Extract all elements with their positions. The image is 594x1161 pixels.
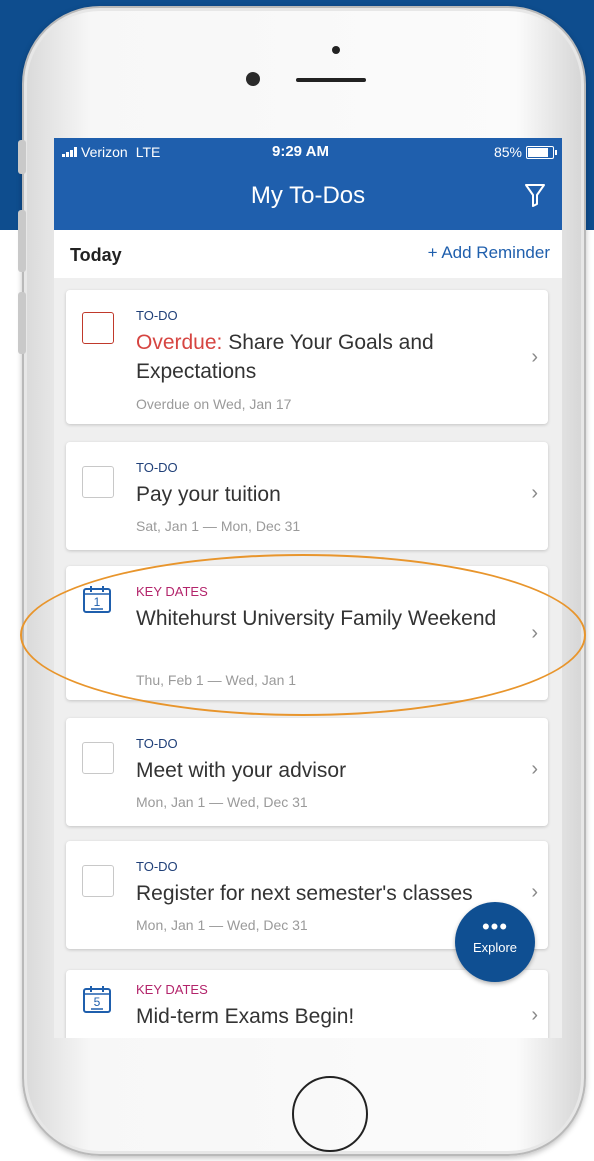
explore-button[interactable]: ••• Explore [455,902,535,982]
status-time: 9:29 AM [272,143,329,160]
card-title: Pay your tuition [136,483,281,506]
chevron-right-icon: › [531,881,538,903]
card-date: Mon, Jan 1 — Wed, Dec 31 [136,794,308,810]
card-date: Mon, Jan 1 — Wed, Dec 31 [136,917,308,933]
card-date: Overdue on Wed, Jan 17 [136,396,292,412]
battery-icon [526,145,557,159]
card-type: TO-DO [136,460,178,475]
page-title: My To-Dos [250,182,366,209]
checkbox[interactable] [82,466,114,498]
add-reminder-button[interactable]: + Add Reminder [428,243,550,263]
chevron-right-icon: › [531,346,538,368]
card-title: Meet with your advisor [136,759,347,782]
checkbox[interactable] [82,865,114,897]
chevron-right-icon: › [531,482,538,504]
calendar-icon: 5 [83,986,111,1013]
checkbox-overdue[interactable] [82,312,114,344]
carrier-name: Verizon [81,144,128,160]
more-dots-icon: ••• [481,914,509,939]
earpiece-speaker [296,78,366,82]
filter-icon[interactable] [524,182,546,208]
section-label: Today [70,245,122,265]
status-battery: 85% [493,144,557,160]
section-header: Today + Add Reminder [54,230,562,278]
card-title: Mid-term Exams Begin! [136,1005,355,1028]
card-date: Sat, Jan 1 — Mon, Dec 31 [136,518,301,534]
status-carrier: Verizon LTE [62,144,160,160]
card-type: KEY DATES [136,982,208,997]
sensor-dot [332,46,340,54]
calendar-day: 5 [94,995,101,1009]
front-camera [246,72,260,86]
todo-card-overdue[interactable]: TO-DO Overdue: Share Your Goals and Expe… [66,290,548,424]
card-title: Overdue: Share Your Goals and Expectatio… [136,328,506,386]
volume-down-button [18,292,26,354]
signal-icon [62,147,77,157]
highlight-annotation [20,554,586,716]
todo-card[interactable]: TO-DO Meet with your advisor Mon, Jan 1 … [66,718,548,826]
app-header: Verizon LTE 9:29 AM 85% My To-Dos [54,138,562,230]
network-type: LTE [135,144,161,160]
mute-switch [18,140,26,174]
overdue-label: Overdue: [136,331,223,354]
home-button[interactable] [292,1076,368,1152]
card-type: TO-DO [136,859,178,874]
chevron-right-icon: › [531,1004,538,1026]
checkbox[interactable] [82,742,114,774]
chevron-right-icon: › [531,758,538,780]
battery-percent: 85% [493,144,522,160]
volume-up-button [18,210,26,272]
card-title: Register for next semester's classes [136,882,473,905]
key-date-card[interactable]: 5 KEY DATES Mid-term Exams Begin! › [66,970,548,1038]
card-type: TO-DO [136,308,178,323]
card-type: TO-DO [136,736,178,751]
todo-card[interactable]: TO-DO Pay your tuition Sat, Jan 1 — Mon,… [66,442,548,550]
explore-label: Explore [472,940,518,955]
